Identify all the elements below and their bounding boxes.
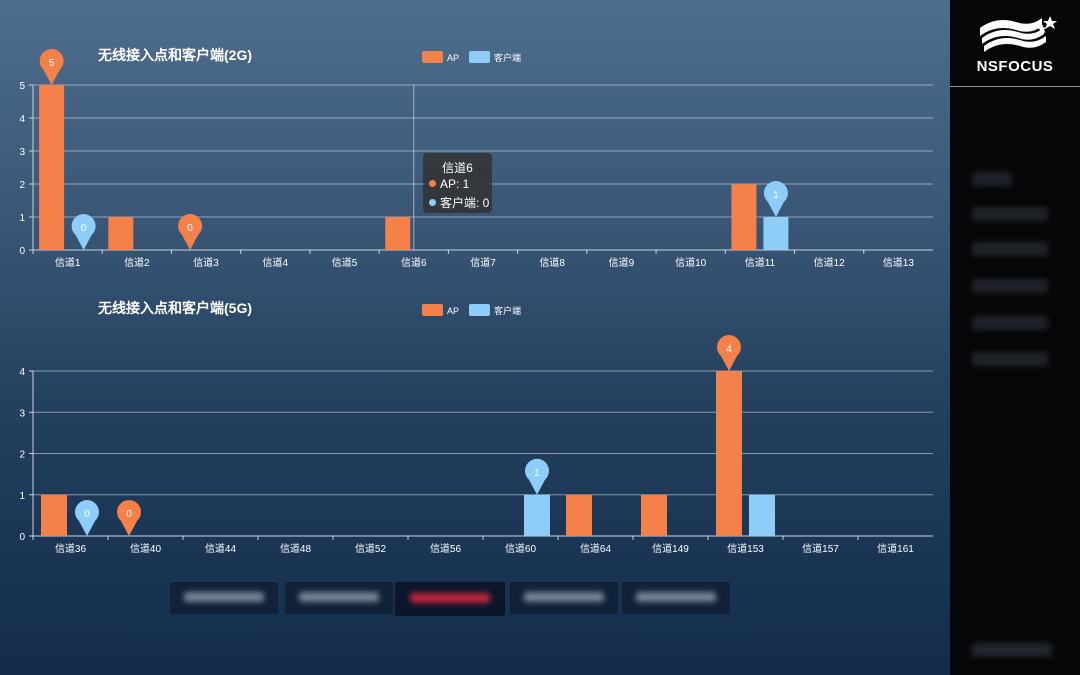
- y-tick-label: 3: [19, 147, 25, 158]
- x-tick-label: 信道161: [877, 542, 914, 555]
- tooltip-row-client: 客户端: 0: [440, 196, 490, 210]
- y-tick-label: 0: [19, 532, 25, 543]
- x-tick-label: 信道44: [205, 542, 237, 555]
- x-tick-label: 信道64: [580, 542, 612, 555]
- marker-pin: 5: [39, 49, 64, 85]
- brand-name: NSFOCUS: [976, 58, 1054, 75]
- sidebar-item-4[interactable]: [972, 279, 1048, 293]
- x-tick-label: 信道6: [401, 256, 427, 269]
- y-tick-label: 1: [19, 213, 25, 224]
- tooltip: 信道6 AP: 1 客户端: 0: [423, 153, 492, 213]
- flag-logo-icon: [980, 16, 1057, 52]
- marker-pin: 4: [717, 335, 742, 371]
- bar-ap-信道36: [41, 494, 67, 536]
- marker-label: 0: [187, 223, 193, 234]
- tab-4[interactable]: [510, 582, 618, 614]
- bar-ap-信道2: [108, 217, 134, 250]
- bar-client-信道153: [749, 494, 775, 536]
- sidebar-item-3[interactable]: [972, 242, 1048, 256]
- marker-label: 0: [84, 509, 90, 520]
- x-tick-label: 信道8: [539, 256, 565, 269]
- tab-5[interactable]: [622, 582, 730, 614]
- bar-ap-信道153: [716, 371, 742, 536]
- marker-label: 5: [49, 58, 55, 69]
- legend-swatch-1: [422, 51, 443, 63]
- marker-label: 0: [81, 223, 87, 234]
- y-tick-label: 0: [19, 246, 25, 257]
- x-tick-label: 信道7: [470, 256, 496, 269]
- legend-label-1: AP: [447, 306, 459, 316]
- tab-2[interactable]: [285, 582, 393, 614]
- x-tick-label: 信道60: [505, 542, 537, 555]
- legend-swatch-2: [469, 51, 490, 63]
- marker-label: 1: [534, 468, 540, 479]
- sidebar-footer-item[interactable]: [972, 643, 1052, 657]
- legend-swatch-2: [469, 304, 490, 316]
- y-tick-label: 4: [19, 367, 25, 378]
- sidebar-item-6[interactable]: [972, 352, 1048, 366]
- x-tick-label: 信道1: [55, 256, 81, 269]
- bottom-tab-bar: [0, 582, 950, 616]
- legend-label-1: AP: [447, 53, 459, 63]
- x-tick-label: 信道10: [675, 256, 707, 269]
- bar-client-信道11: [763, 217, 789, 250]
- x-tick-label: 信道5: [332, 256, 358, 269]
- x-tick-label: 信道4: [263, 256, 289, 269]
- marker-pin: 0: [71, 214, 96, 250]
- bar-ap-信道64: [566, 494, 592, 536]
- logo: NSFOCUS: [950, 0, 1080, 87]
- y-tick-label: 5: [19, 81, 25, 92]
- marker-pin: 1: [763, 181, 788, 217]
- marker-pin: 0: [75, 500, 100, 536]
- tooltip-title: 信道6: [442, 161, 473, 175]
- x-tick-label: 信道52: [355, 542, 387, 555]
- tab-3[interactable]: [395, 582, 505, 616]
- marker-pin: 0: [178, 214, 203, 250]
- x-tick-label: 信道13: [883, 256, 915, 269]
- x-tick-label: 信道153: [727, 542, 764, 555]
- chart-area: 无线接入点和客户端(2G) AP 客户端 0 1 2 3 4 5 信道1 信道2 信道3 信道4 信道5 信…: [0, 0, 950, 675]
- legend-label-2: 客户端: [494, 305, 521, 316]
- tooltip-ap-dot: [429, 180, 436, 187]
- tooltip-row-ap: AP: 1: [440, 177, 470, 191]
- sidebar-item-1[interactable]: [972, 172, 1012, 186]
- x-tick-label: 信道149: [652, 542, 689, 555]
- marker-pin: 0: [117, 500, 141, 536]
- y-tick-label: 4: [19, 114, 25, 125]
- chart-title: 无线接入点和客户端(5G): [97, 300, 252, 316]
- y-tick-label: 2: [19, 450, 25, 461]
- chart-2: 无线接入点和客户端(5G) AP 客户端 0 1 2 3 4 信道36 信道40 信道44 信道48 信…: [19, 300, 933, 555]
- bar-ap-信道6: [385, 217, 411, 250]
- tooltip-client-dot: [429, 199, 436, 206]
- sidebar-item-5[interactable]: [972, 316, 1048, 330]
- charts-svg: 无线接入点和客户端(2G) AP 客户端 0 1 2 3 4 5 信道1 信道2 信道3 信道4 信道5 信…: [19, 47, 933, 555]
- x-tick-label: 信道3: [193, 256, 219, 269]
- y-tick-label: 1: [19, 491, 25, 502]
- x-tick-label: 信道48: [280, 542, 312, 555]
- tab-1[interactable]: [170, 582, 278, 614]
- bar-ap-信道1: [39, 85, 65, 250]
- x-tick-label: 信道12: [814, 256, 846, 269]
- marker-label: 0: [126, 509, 132, 520]
- bar-ap-信道149: [641, 494, 667, 536]
- sidebar-item-2[interactable]: [972, 207, 1048, 221]
- x-tick-label: 信道9: [609, 256, 635, 269]
- x-tick-label: 信道2: [124, 256, 150, 269]
- chart-title: 无线接入点和客户端(2G): [97, 47, 252, 63]
- x-tick-label: 信道157: [802, 542, 839, 555]
- bar-client-信道60: [524, 494, 550, 536]
- legend-label-2: 客户端: [494, 52, 521, 63]
- marker-label: 1: [773, 190, 779, 201]
- x-tick-label: 信道11: [745, 256, 776, 269]
- y-tick-label: 2: [19, 180, 25, 191]
- x-tick-label: 信道36: [55, 542, 87, 555]
- x-tick-label: 信道40: [130, 542, 162, 555]
- sidebar: NSFOCUS: [950, 0, 1080, 675]
- legend-swatch-1: [422, 304, 443, 316]
- marker-pin: 1: [525, 458, 549, 495]
- y-tick-label: 3: [19, 408, 25, 419]
- marker-label: 4: [726, 344, 732, 355]
- bar-ap-信道11: [731, 184, 757, 250]
- x-tick-label: 信道56: [430, 542, 462, 555]
